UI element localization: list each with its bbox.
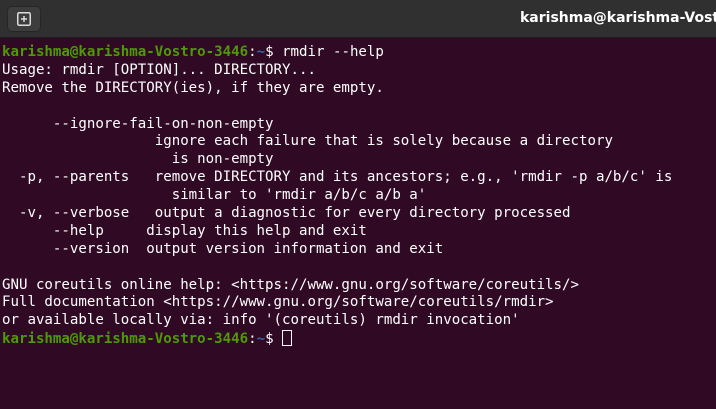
title-bar: karishma@karishma-Vostro xyxy=(0,0,716,38)
prompt-symbol: $ xyxy=(265,331,283,348)
window-title: karishma@karishma-Vostro xyxy=(520,10,716,26)
new-tab-button[interactable] xyxy=(7,6,41,32)
output-line: Usage: rmdir [OPTION]... DIRECTORY... xyxy=(2,61,316,78)
prompt-line: karishma@karishma-Vostro-3446:~$ rmdir -… xyxy=(2,44,716,62)
terminal-window: karishma@karishma-Vostro karishma@karish… xyxy=(0,0,716,409)
output-line: -p, --parents remove DIRECTORY and its a… xyxy=(2,169,673,186)
output-line: or available locally via: info '(coreuti… xyxy=(2,312,520,329)
prompt-symbol: $ xyxy=(265,44,283,60)
output-line: --ignore-fail-on-non-empty xyxy=(2,115,274,132)
prompt-line[interactable]: karishma@karishma-Vostro-3446:~$ xyxy=(2,330,716,348)
new-tab-icon xyxy=(17,12,31,26)
output-line: similar to 'rmdir a/b/c a/b a' xyxy=(2,187,427,204)
prompt-separator: : xyxy=(248,44,257,60)
output-line: Remove the DIRECTORY(ies), if they are e… xyxy=(2,79,384,96)
prompt-path: ~ xyxy=(256,44,266,60)
text-cursor xyxy=(282,330,293,347)
prompt-user-host: karishma@karishma-Vostro-3446 xyxy=(2,44,249,60)
terminal-output[interactable]: karishma@karishma-Vostro-3446:~$ rmdir -… xyxy=(2,44,716,409)
output-line: Full documentation <https://www.gnu.org/… xyxy=(2,294,554,311)
output-line: --version output version information and… xyxy=(2,240,444,257)
prompt-user-host: karishma@karishma-Vostro-3446 xyxy=(2,331,249,348)
output-line: GNU coreutils online help: <https://www.… xyxy=(2,276,579,293)
command-text: rmdir --help xyxy=(282,44,384,60)
output-line: is non-empty xyxy=(2,151,274,168)
output-line: --help display this help and exit xyxy=(2,222,367,239)
output-line: ignore each failure that is solely becau… xyxy=(2,133,613,150)
prompt-separator: : xyxy=(248,331,257,348)
output-line: -v, --verbose output a diagnostic for ev… xyxy=(2,205,571,222)
prompt-path: ~ xyxy=(256,331,266,348)
